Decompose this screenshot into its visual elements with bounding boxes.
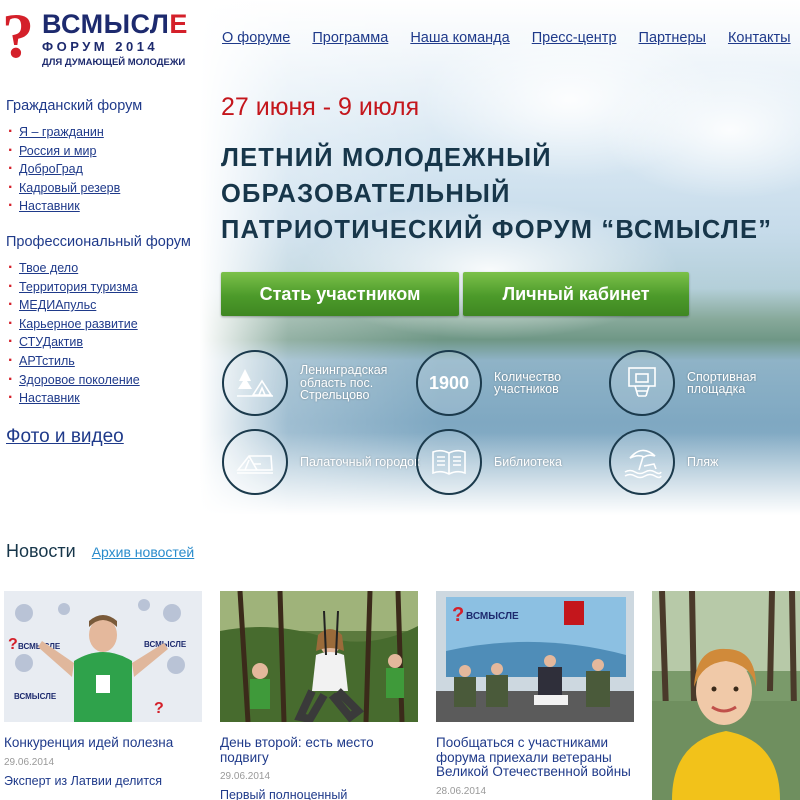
sidebar: Гражданский форум Я – гражданин Россия и…: [6, 98, 206, 448]
logo-title: ВСМЫСЛЕ: [42, 9, 188, 39]
sidebar-link[interactable]: Наставник: [19, 391, 80, 405]
become-participant-button[interactable]: Стать участником: [221, 272, 459, 316]
svg-text:ВСМЫСЛЕ: ВСМЫСЛЕ: [14, 692, 57, 701]
sidebar-link[interactable]: Наставник: [19, 199, 80, 213]
feature-participants: 1900 Количество участников: [416, 350, 614, 416]
news-title[interactable]: День второй: есть место подвигу: [220, 735, 418, 765]
svg-text:?: ?: [452, 604, 464, 626]
feature-location: Ленинградская область пос. Стрельцово: [222, 350, 420, 416]
sidebar-link[interactable]: Россия и мир: [19, 144, 96, 158]
list-item: Наставник: [6, 197, 206, 216]
forum-dates: 27 июня - 9 июля: [221, 93, 420, 121]
news-heading: Новости: [6, 541, 76, 561]
list-item: Кадровый резерв: [6, 179, 206, 198]
hero-title: ЛЕТНИЙ МОЛОДЕЖНЫЙ ОБРАЗОВАТЕЛЬНЫЙ ПАТРИО…: [221, 144, 773, 244]
sidebar-link[interactable]: Твое дело: [19, 261, 78, 275]
news-thumbnail[interactable]: ? ВСМЫСЛЕ: [436, 591, 634, 722]
news-date: 29.06.2014: [220, 771, 271, 782]
list-item: Здоровое поколение: [6, 371, 206, 390]
news-next-title[interactable]: Первый полноценный: [220, 788, 418, 800]
list-item: Карьерное развитие: [6, 315, 206, 334]
personal-cabinet-button[interactable]: Личный кабинет: [463, 272, 689, 316]
tent-icon: [222, 429, 288, 495]
news-thumbnail[interactable]: [220, 591, 418, 722]
list-item: АРТстиль: [6, 352, 206, 371]
sidebar-link[interactable]: Карьерное развитие: [19, 317, 138, 331]
photo-video-link[interactable]: Фото и видео: [6, 426, 206, 448]
news-title[interactable]: Пообщаться с участниками форума приехали…: [436, 735, 634, 780]
civil-forum-list: Я – гражданин Россия и мир ДоброГрад Кад…: [6, 123, 206, 216]
svg-text:?: ?: [8, 636, 18, 653]
nav-program[interactable]: Программа: [312, 30, 388, 46]
feature-tent-town: Палаточный городок: [222, 429, 420, 495]
sidebar-link[interactable]: Территория туризма: [19, 280, 138, 294]
news-date: 29.06.2014: [4, 756, 55, 768]
professional-forum-heading: Профессиональный форум: [6, 233, 191, 250]
svg-text:?: ?: [154, 700, 164, 717]
news-thumbnail[interactable]: ?? ВСМЫСЛЕВСМЫСЛЕВСМЫСЛЕ: [4, 591, 202, 722]
civil-forum-heading: Гражданский форум: [6, 98, 143, 114]
news-date: 28.06.2014: [436, 785, 487, 797]
news-thumbnail[interactable]: [652, 591, 800, 800]
basketball-hoop-icon: [609, 350, 675, 416]
sidebar-link[interactable]: СТУДактив: [19, 335, 83, 349]
news-card[interactable]: День второй: есть место подвигу 29.06.20…: [220, 591, 418, 800]
nav-team[interactable]: Наша команда: [410, 30, 509, 46]
tent-trees-icon: [222, 350, 288, 416]
feature-sports-ground: Спортивная площадка: [609, 350, 800, 416]
sidebar-link[interactable]: ДоброГрад: [19, 162, 83, 176]
book-icon: [416, 429, 482, 495]
participants-count-badge: 1900: [416, 350, 482, 416]
sidebar-link[interactable]: Я – гражданин: [19, 125, 104, 139]
list-item: Я – гражданин: [6, 123, 206, 142]
list-item: СТУДактив: [6, 333, 206, 352]
list-item: Россия и мир: [6, 142, 206, 161]
list-item: Территория туризма: [6, 278, 206, 297]
nav-press-center[interactable]: Пресс-центр: [532, 30, 617, 46]
svg-text:ВСМЫСЛЕ: ВСМЫСЛЕ: [466, 611, 519, 622]
list-item: МЕДИАпульс: [6, 296, 206, 315]
news-archive-link[interactable]: Архив новостей: [92, 544, 195, 560]
nav-partners[interactable]: Партнеры: [639, 30, 706, 46]
news-card[interactable]: ?? ВСМЫСЛЕВСМЫСЛЕВСМЫСЛЕ Конкуренция иде…: [4, 591, 202, 788]
list-item: Наставник: [6, 389, 206, 408]
logo-question-mark-icon: ?: [2, 0, 34, 71]
nav-contacts[interactable]: Контакты: [728, 30, 791, 46]
site-logo[interactable]: ? ВСМЫСЛЕ ФОРУМ 2014 ДЛЯ ДУМАЮЩЕЙ МОЛОДЕ…: [2, 4, 202, 74]
list-item: Твое дело: [6, 259, 206, 278]
news-header: Новости Архив новостей: [6, 541, 194, 562]
sidebar-link[interactable]: Здоровое поколение: [19, 373, 140, 387]
logo-tagline: ДЛЯ ДУМАЮЩЕЙ МОЛОДЕЖИ: [42, 57, 186, 68]
news-card[interactable]: ? ВСМЫСЛЕ Пообщаться с участниками форум…: [436, 591, 634, 797]
top-navigation: О форуме Программа Наша команда Пресс-це…: [222, 30, 800, 46]
feature-beach: Пляж: [609, 429, 800, 495]
news-title[interactable]: Конкуренция идей полезна: [4, 735, 202, 751]
professional-forum-list: Твое дело Территория туризма МЕДИАпульс …: [6, 259, 206, 408]
logo-subtitle: ФОРУМ 2014: [42, 39, 159, 54]
beach-umbrella-icon: [609, 429, 675, 495]
sidebar-link[interactable]: Кадровый резерв: [19, 181, 120, 195]
sidebar-link[interactable]: МЕДИАпульс: [19, 298, 96, 312]
list-item: ДоброГрад: [6, 160, 206, 179]
news-card[interactable]: [652, 591, 800, 800]
feature-library: Библиотека: [416, 429, 614, 495]
news-next-title[interactable]: Эксперт из Латвии делится: [4, 774, 202, 788]
sidebar-link[interactable]: АРТстиль: [19, 354, 75, 368]
nav-about[interactable]: О форуме: [222, 30, 290, 46]
